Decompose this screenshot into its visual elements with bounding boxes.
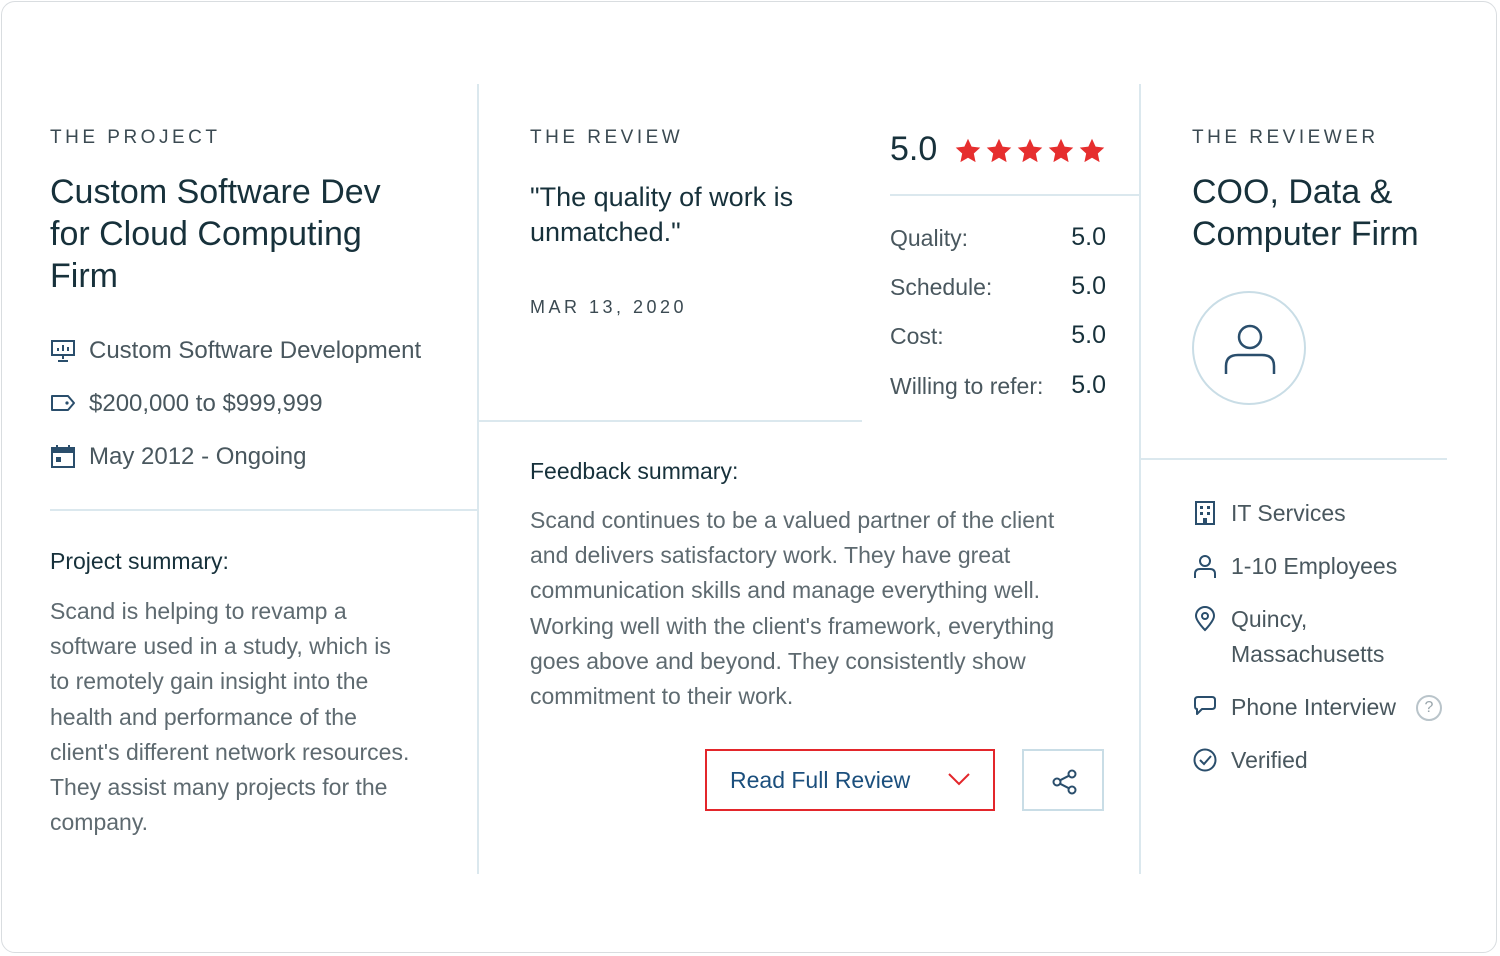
help-glyph: ? — [1424, 699, 1434, 716]
project-summary-line: health and performance of the — [50, 703, 357, 730]
feedback-line: Working well with the client's framework… — [530, 612, 1055, 639]
avatar — [1192, 291, 1306, 405]
check-circle-icon — [1193, 748, 1217, 772]
project-summary-line: company. — [50, 809, 149, 836]
reviewer-location: Quincy, Massachusetts — [1231, 602, 1384, 672]
reviewer-interview-type: Phone Interview — [1231, 694, 1396, 720]
reviewer-title-line: Computer Firm — [1192, 215, 1419, 253]
divider-vertical-left — [477, 84, 479, 874]
project-summary-line: Scand is helping to revamp a — [50, 598, 347, 624]
divider-vertical-right — [1139, 84, 1141, 874]
divider-review-left — [479, 420, 862, 422]
calendar-icon — [51, 445, 75, 468]
project-summary: Scand is helping to revamp a software us… — [50, 594, 470, 840]
score-row-cost: Cost: 5.0 — [890, 321, 1106, 350]
divider-project — [50, 509, 477, 511]
star-icon — [955, 138, 981, 163]
read-full-review-label: Read Full Review — [730, 766, 911, 793]
feedback-line: and delivers satisfactory work. They hav… — [530, 542, 1011, 569]
project-dates: May 2012 - Ongoing — [89, 443, 307, 470]
project-summary-line: They assist many projects for the — [50, 774, 388, 801]
score-value: 5.0 — [1071, 321, 1106, 349]
review-quote-line: "The quality of work is — [530, 182, 794, 212]
project-title-line: for Cloud Computing — [50, 215, 362, 253]
project-summary-line: software used in a study, which is — [50, 633, 391, 660]
feedback-line: communication skills and manage everythi… — [530, 577, 1041, 604]
share-button[interactable] — [1022, 749, 1104, 811]
share-icon — [1052, 769, 1077, 795]
review-date: MAR 13, 2020 — [530, 297, 688, 317]
feedback-line: commitment to their work. — [530, 683, 794, 710]
project-title-line: Firm — [50, 257, 118, 295]
review-quote: "The quality of work is unmatched." — [530, 180, 793, 250]
reviewer-title-line: COO, Data & — [1192, 173, 1393, 211]
presentation-icon — [51, 340, 75, 362]
person-icon — [1194, 555, 1216, 578]
score-row-refer: Willing to refer: 5.0 — [890, 371, 1106, 400]
score-label: Schedule: — [890, 274, 993, 300]
price-tag-icon — [51, 395, 75, 411]
reviewer-industry: IT Services — [1231, 500, 1346, 526]
score-value: 5.0 — [1071, 371, 1106, 399]
score-value: 5.0 — [1071, 272, 1106, 300]
project-service: Custom Software Development — [89, 337, 422, 364]
reviewer-location-line: Massachusetts — [1231, 641, 1385, 667]
project-budget: $200,000 to $999,999 — [89, 390, 323, 417]
user-icon — [1224, 324, 1276, 374]
divider-reviewer — [1141, 458, 1447, 460]
star-icon — [1048, 138, 1074, 163]
reviewer-verified: Verified — [1231, 747, 1308, 773]
read-full-review-button[interactable]: Read Full Review — [705, 749, 995, 811]
score-label: Quality: — [890, 225, 968, 251]
score-label: Cost: — [890, 323, 944, 349]
score-row-schedule: Schedule: 5.0 — [890, 272, 1106, 301]
building-icon — [1195, 501, 1215, 525]
project-title: Custom Software Dev for Cloud Computing … — [50, 171, 381, 297]
review-quote-line: unmatched." — [530, 217, 681, 247]
project-eyebrow: THE PROJECT — [50, 127, 221, 148]
star-icon — [1079, 138, 1105, 163]
reviewer-company-size: 1-10 Employees — [1231, 553, 1398, 579]
feedback-summary-label: Feedback summary: — [530, 458, 739, 484]
location-pin-icon — [1194, 606, 1216, 632]
chevron-down-icon — [948, 773, 970, 786]
feedback-line: goes above and beyond. They consistently… — [530, 647, 1026, 674]
overall-rating: 5.0 — [890, 130, 938, 168]
star-icon — [986, 138, 1012, 163]
reviewer-eyebrow: THE REVIEWER — [1192, 127, 1379, 148]
project-summary-line: client's different network resources. — [50, 738, 410, 765]
divider-rating — [890, 194, 1139, 196]
project-title-line: Custom Software Dev — [50, 173, 381, 211]
reviewer-location-line: Quincy, — [1231, 606, 1308, 632]
score-value: 5.0 — [1071, 223, 1106, 251]
project-summary-label: Project summary: — [50, 548, 229, 574]
project-summary-line: to remotely gain insight into the — [50, 668, 369, 695]
chat-bubble-icon — [1194, 696, 1216, 715]
review-eyebrow: THE REVIEW — [530, 127, 684, 148]
feedback-line: Scand continues to be a valued partner o… — [530, 507, 1055, 533]
reviewer-title: COO, Data & Computer Firm — [1192, 171, 1419, 255]
help-icon[interactable]: ? — [1416, 695, 1442, 721]
score-label: Willing to refer: — [890, 373, 1044, 399]
star-icon — [1017, 138, 1043, 163]
score-row-quality: Quality: 5.0 — [890, 223, 1106, 252]
star-rating — [954, 137, 1114, 169]
feedback-summary: Scand continues to be a valued partner o… — [530, 503, 1110, 714]
